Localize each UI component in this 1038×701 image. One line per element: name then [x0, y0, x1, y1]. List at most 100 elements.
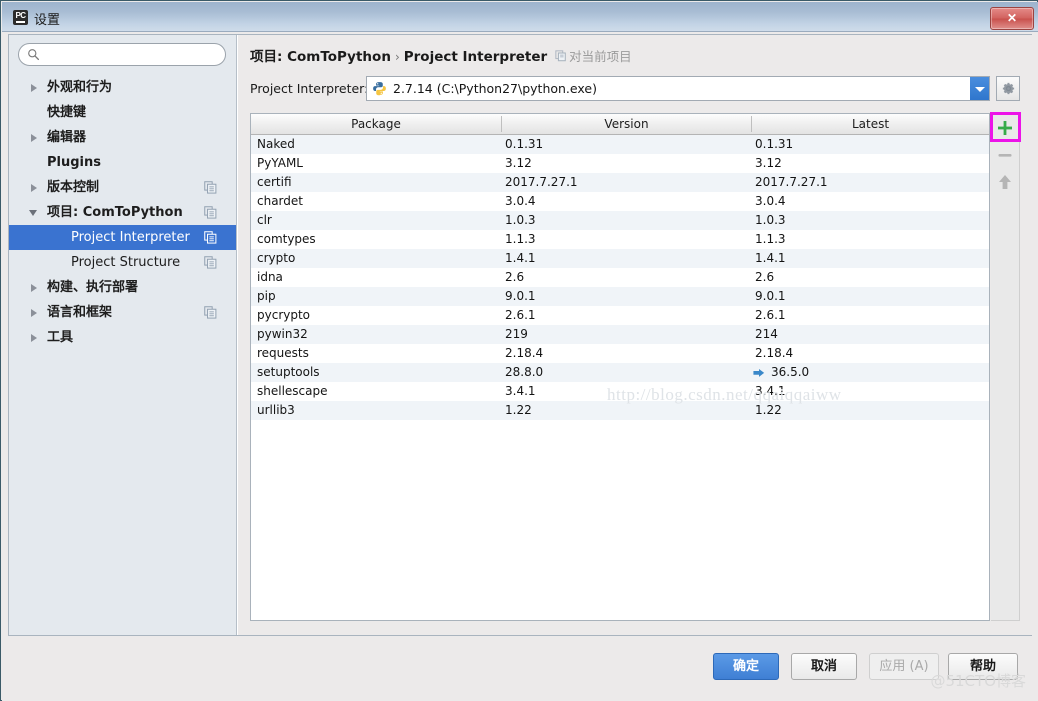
sidebar-item-label: 编辑器 — [47, 130, 87, 145]
upgrade-package-button[interactable] — [994, 171, 1016, 193]
cancel-button[interactable]: 取消 — [791, 653, 857, 680]
interpreter-combobox[interactable]: 2.7.14 (C:\Python27\python.exe) — [366, 76, 990, 101]
ok-button[interactable]: 确定 — [713, 653, 779, 680]
cell-version: 1.22 — [505, 403, 532, 417]
table-row[interactable]: shellescape 3.4.1 3.4.1 — [251, 382, 989, 401]
cell-package: idna — [257, 270, 283, 284]
plus-icon — [998, 121, 1012, 135]
cell-latest: 2017.7.27.1 — [755, 175, 828, 189]
table-row[interactable]: comtypes 1.1.3 1.1.3 — [251, 230, 989, 249]
close-icon[interactable]: ✕ — [990, 7, 1034, 30]
cell-package: certifi — [257, 175, 292, 189]
table-row[interactable]: pip 9.0.1 9.0.1 — [251, 287, 989, 306]
table-row[interactable]: crypto 1.4.1 1.4.1 — [251, 249, 989, 268]
cell-latest: 1.0.3 — [755, 213, 786, 227]
breadcrumb-separator: › — [394, 50, 400, 64]
sidebar-item-0[interactable]: 外观和行为 — [9, 75, 236, 100]
cell-version: 1.1.3 — [505, 232, 536, 246]
column-header-version[interactable]: Version — [502, 114, 751, 134]
cell-package: clr — [257, 213, 272, 227]
cell-package: chardet — [257, 194, 303, 208]
module-icon — [204, 231, 217, 244]
sidebar-item-6[interactable]: Project Interpreter — [9, 225, 236, 250]
sidebar-item-4[interactable]: 版本控制 — [9, 175, 236, 200]
cell-latest: 2.6.1 — [755, 308, 786, 322]
sidebar-item-1[interactable]: 快捷键 — [9, 100, 236, 125]
cell-latest: 3.0.4 — [755, 194, 786, 208]
column-header-package[interactable]: Package — [251, 114, 501, 134]
table-row[interactable]: idna 2.6 2.6 — [251, 268, 989, 287]
interpreter-panel: 项目: ComToPython › Project Interpreter 对当前项目… — [238, 35, 1032, 635]
cell-latest: 36.5.0 — [771, 365, 810, 379]
settings-sidebar: 外观和行为 快捷键 编辑器 Plugins 版本控制 项目: ComToPython Pro… — [9, 35, 237, 635]
table-row[interactable]: requests 2.18.4 2.18.4 — [251, 344, 989, 363]
cell-package: Naked — [257, 137, 295, 151]
add-package-button[interactable] — [994, 117, 1016, 139]
cell-latest: 214 — [755, 327, 778, 341]
table-row[interactable]: urllib3 1.22 1.22 — [251, 401, 989, 420]
cell-version: 0.1.31 — [505, 137, 544, 151]
table-row[interactable]: pywin32 219 214 — [251, 325, 989, 344]
sidebar-item-label: 构建、执行部署 — [47, 280, 139, 295]
sidebar-item-2[interactable]: 编辑器 — [9, 125, 236, 150]
sidebar-item-label: Plugins — [47, 155, 101, 170]
sidebar-item-label: 工具 — [47, 330, 74, 345]
cell-package: pip — [257, 289, 276, 303]
remove-package-button[interactable] — [994, 144, 1016, 166]
cell-latest: 9.0.1 — [755, 289, 786, 303]
table-row[interactable]: chardet 3.0.4 3.0.4 — [251, 192, 989, 211]
cell-package: setuptools — [257, 365, 320, 379]
sidebar-item-label: 语言和框架 — [47, 305, 113, 320]
cell-package: requests — [257, 346, 309, 360]
window-title: 设置 — [34, 13, 61, 28]
chevron-right-icon[interactable] — [31, 284, 37, 292]
sidebar-item-8[interactable]: 构建、执行部署 — [9, 275, 236, 300]
cell-package: comtypes — [257, 232, 316, 246]
cell-latest: 2.18.4 — [755, 346, 794, 360]
cell-package: shellescape — [257, 384, 328, 398]
table-row[interactable]: PyYAML 3.12 3.12 — [251, 154, 989, 173]
sidebar-item-label: 版本控制 — [47, 180, 100, 195]
sidebar-item-9[interactable]: 语言和框架 — [9, 300, 236, 325]
chevron-right-icon[interactable] — [31, 309, 37, 317]
module-icon — [204, 256, 217, 269]
chevron-right-icon[interactable] — [31, 184, 37, 192]
sidebar-item-7[interactable]: Project Structure — [9, 250, 236, 275]
arrow-up-icon — [999, 175, 1011, 189]
cell-version: 9.0.1 — [505, 289, 536, 303]
upgrade-available-icon — [753, 368, 765, 377]
chevron-down-icon[interactable] — [29, 210, 37, 216]
sidebar-item-label: 外观和行为 — [47, 80, 113, 95]
chevron-down-icon[interactable] — [970, 77, 989, 100]
table-row[interactable]: Naked 0.1.31 0.1.31 — [251, 135, 989, 154]
cell-version: 1.0.3 — [505, 213, 536, 227]
cell-package: urllib3 — [257, 403, 295, 417]
sidebar-item-3[interactable]: Plugins — [9, 150, 236, 175]
cell-latest: 0.1.31 — [755, 137, 794, 151]
cell-version: 3.0.4 — [505, 194, 536, 208]
table-row[interactable]: setuptools 28.8.0 36.5.0 — [251, 363, 989, 382]
breadcrumb-project[interactable]: 项目: ComToPython — [250, 49, 391, 65]
search-input[interactable] — [18, 43, 226, 66]
table-row[interactable]: pycrypto 2.6.1 2.6.1 — [251, 306, 989, 325]
chevron-right-icon[interactable] — [31, 334, 37, 342]
column-header-latest[interactable]: Latest — [752, 114, 989, 134]
sidebar-item-5[interactable]: 项目: ComToPython — [9, 200, 236, 225]
interpreter-settings-button[interactable] — [996, 76, 1020, 101]
table-row[interactable]: clr 1.0.3 1.0.3 — [251, 211, 989, 230]
sidebar-item-10[interactable]: 工具 — [9, 325, 236, 350]
chevron-right-icon[interactable] — [31, 134, 37, 142]
settings-tree: 外观和行为 快捷键 编辑器 Plugins 版本控制 项目: ComToPython Pro… — [9, 75, 236, 350]
cell-latest: 3.12 — [755, 156, 782, 170]
table-row[interactable]: certifi 2017.7.27.1 2017.7.27.1 — [251, 173, 989, 192]
settings-dialog: PC 设置 ✕ 外观和行为 快捷键 编辑器 Plugins 版本控制 项目: ComToP… — [0, 0, 1038, 701]
breadcrumb-scope: 对当前项目 — [555, 49, 632, 64]
chevron-right-icon[interactable] — [31, 84, 37, 92]
content-frame: 外观和行为 快捷键 编辑器 Plugins 版本控制 项目: ComToPython Pro… — [8, 34, 1032, 636]
cell-version: 2.6.1 — [505, 308, 536, 322]
sidebar-item-label: Project Structure — [71, 255, 181, 270]
title-bar: PC 设置 ✕ — [2, 2, 1038, 32]
sidebar-item-label: 快捷键 — [47, 105, 87, 120]
table-body: Naked 0.1.31 0.1.31 PyYAML 3.12 3.12 certifi 20… — [251, 135, 989, 420]
help-button[interactable]: 帮助 — [948, 653, 1018, 680]
